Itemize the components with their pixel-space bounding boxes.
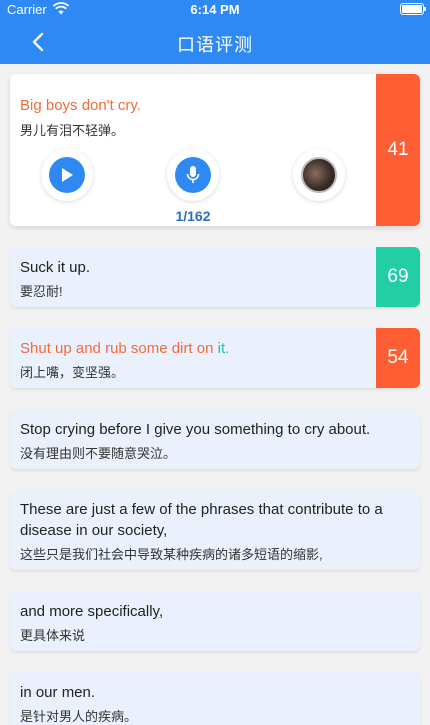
sentence-zh: 男儿有泪不轻弹。 <box>20 123 125 138</box>
sentence-en-highlight: it. <box>217 340 230 357</box>
sentence-card[interactable]: and more specifically, 更具体来说 <box>10 591 420 651</box>
play-icon <box>62 168 73 182</box>
sentence-en: Shut up and rub some dirt on it. <box>20 339 229 359</box>
clock: 6:14 PM <box>190 2 240 17</box>
sentence-card[interactable]: These are just a few of the phrases that… <box>10 490 420 570</box>
sentence-zh: 没有理由则不要随意哭泣。 <box>20 446 177 461</box>
sentence-en: Stop crying before I give you something … <box>20 421 371 438</box>
play-button[interactable] <box>41 149 93 201</box>
sentence-en-main: Shut up and rub some dirt on <box>20 340 218 357</box>
battery-icon <box>400 3 426 15</box>
sentence-en: Suck it up. <box>20 259 91 276</box>
playback-recording-button[interactable] <box>293 149 345 201</box>
sentence-en: Big boys don't cry. <box>20 97 141 114</box>
sentence-en: in our men. <box>20 684 96 701</box>
sentence-zh: 闭上嘴，变坚强。 <box>20 365 125 380</box>
score-badge: 54 <box>376 328 420 388</box>
sentence-zh: 是针对男人的疾病。 <box>20 709 138 724</box>
nav-bar: 口语评测 <box>0 20 430 64</box>
sentence-zh: 要忍耐! <box>20 284 63 299</box>
sentence-card[interactable]: in our men. 是针对男人的疾病。 <box>10 672 420 725</box>
page-title: 口语评测 <box>177 35 253 55</box>
sentence-en-line1: These are just a few of the phrases that… <box>20 501 383 518</box>
record-button[interactable] <box>167 149 219 201</box>
sentence-zh: 更具体来说 <box>20 628 86 643</box>
sentence-en-line2: disease in our society, <box>20 522 168 539</box>
active-sentence-card[interactable]: Big boys don't cry. 男儿有泪不轻弹。 1/162 41 <box>10 74 420 226</box>
sentence-card[interactable]: Suck it up. 要忍耐! 69 <box>10 247 420 307</box>
status-bar: Carrier 6:14 PM <box>0 0 430 20</box>
sentence-en: and more specifically, <box>20 603 164 620</box>
score-badge: 41 <box>376 74 420 226</box>
sentence-counter: 1/162 <box>175 208 211 224</box>
sentence-card[interactable]: Shut up and rub some dirt on it. 闭上嘴，变坚强… <box>10 328 420 388</box>
recording-thumbnail <box>301 157 337 193</box>
score-badge: 69 <box>376 247 420 307</box>
sentence-zh: 这些只是我们社会中导致某种疾病的诸多短语的缩影, <box>20 547 323 562</box>
microphone-icon <box>186 166 200 183</box>
sentence-card[interactable]: Stop crying before I give you something … <box>10 409 420 469</box>
